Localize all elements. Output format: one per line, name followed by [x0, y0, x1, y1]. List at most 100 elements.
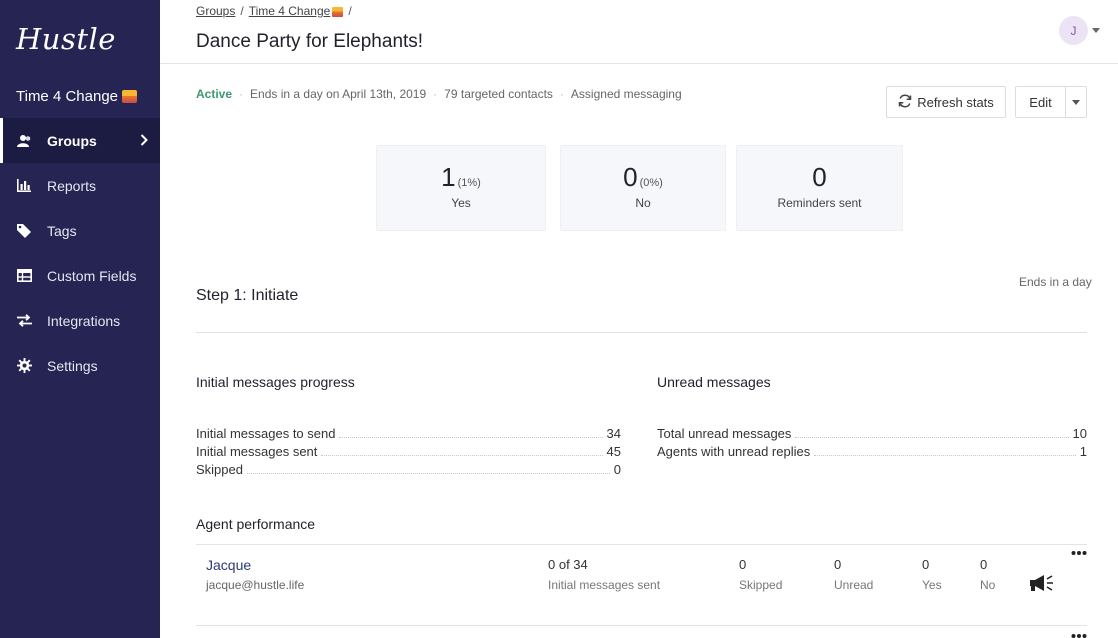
chevron-right-icon	[140, 133, 148, 149]
row-value: 45	[606, 444, 621, 459]
agent-no-value: 0	[980, 557, 988, 572]
agent-unread-label: Unread	[834, 578, 874, 592]
stat-percent: (1%)	[457, 177, 481, 189]
step-title: Step 1: Initiate	[196, 287, 299, 304]
agent-yes-label: Yes	[922, 578, 942, 592]
sidebar-item-integrations[interactable]: Integrations	[0, 298, 160, 343]
org-name: Time 4 Change	[16, 88, 118, 105]
stat-label: Yes	[451, 196, 471, 210]
sidebar-item-label: Settings	[47, 357, 98, 374]
agent-sent-label: Initial messages sent	[548, 578, 661, 592]
dot-leader	[339, 437, 603, 438]
sunrise-emoji-icon	[122, 90, 137, 103]
refresh-icon	[898, 94, 912, 111]
hustle-logo[interactable]: Hustle	[16, 22, 116, 56]
sidebar-item-label: Reports	[47, 177, 97, 194]
breadcrumb-separator: /	[240, 4, 244, 18]
progress-row-to-send: Initial messages to send 34	[196, 423, 621, 441]
row-label: Agents with unread replies	[657, 444, 811, 459]
row-label: Initial messages to send	[196, 426, 336, 441]
status-badge: Active	[196, 87, 233, 101]
table-row: Jacque jacque@hustle.life 0 of 34 Initia…	[196, 544, 1087, 626]
group-meta: Active · Ends in a day on April 13th, 20…	[196, 87, 682, 101]
sidebar-item-label: Integrations	[47, 312, 121, 329]
agent-sent-value: 0 of 34	[548, 557, 588, 572]
stat-value: 1	[441, 162, 456, 192]
avatar[interactable]: J	[1059, 16, 1088, 45]
stat-value: 0	[812, 162, 827, 192]
targeted-contacts: 79 targeted contacts	[444, 87, 553, 101]
sidebar-item-tags[interactable]: Tags	[0, 208, 160, 253]
stat-card-reminders: 0 Reminders sent	[736, 145, 903, 231]
breadcrumb-groups[interactable]: Groups	[196, 4, 235, 18]
dot-leader	[814, 455, 1076, 456]
agent-no-label: No	[980, 578, 996, 592]
stat-value-wrap: 0	[737, 162, 902, 193]
sidebar-item-groups[interactable]: Groups	[0, 118, 160, 163]
sidebar-nav: Groups Reports Tags Custom Fields Integr…	[0, 118, 160, 388]
more-options-icon[interactable]	[1071, 548, 1087, 556]
agent-skipped-label: Skipped	[739, 578, 783, 592]
dot-leader	[246, 473, 610, 474]
gear-icon	[16, 358, 32, 374]
progress-row-skipped: Skipped 0	[196, 459, 621, 477]
stat-percent: (0%)	[639, 177, 663, 189]
sidebar: Hustle Time 4 Change Groups Reports Tags	[0, 0, 160, 638]
caret-down-icon	[1072, 99, 1080, 105]
stat-card-yes: 1 (1%) Yes	[376, 145, 546, 231]
table-icon	[16, 268, 32, 284]
breadcrumb: Groups / Time 4 Change /	[196, 4, 352, 18]
swap-arrows-icon	[16, 313, 32, 329]
edit-button[interactable]: Edit	[1015, 86, 1065, 118]
stat-label: Reminders sent	[777, 196, 862, 210]
sidebar-item-reports[interactable]: Reports	[0, 163, 160, 208]
refresh-stats-label: Refresh stats	[917, 94, 994, 110]
agent-performance-title: Agent performance	[196, 516, 316, 532]
meta-separator: ·	[433, 87, 438, 101]
row-label: Initial messages sent	[196, 444, 318, 459]
main-content: Active · Ends in a day on April 13th, 20…	[160, 65, 1118, 638]
progress-section-title: Initial messages progress	[196, 374, 355, 390]
agent-skipped-value: 0	[739, 557, 747, 572]
tag-icon	[16, 223, 32, 239]
agent-yes-value: 0	[922, 557, 930, 572]
top-header: Groups / Time 4 Change / Dance Party for…	[160, 0, 1118, 64]
breadcrumb-org[interactable]: Time 4 Change	[249, 4, 331, 18]
row-value: 10	[1072, 426, 1087, 441]
unread-section-title: Unread messages	[657, 374, 771, 390]
agent-email: jacque@hustle.life	[206, 578, 305, 592]
page-title: Dance Party for Elephants!	[196, 31, 424, 52]
megaphone-icon[interactable]	[1027, 573, 1057, 598]
stat-label: No	[635, 196, 651, 210]
sidebar-item-settings[interactable]: Settings	[0, 343, 160, 388]
caret-down-icon[interactable]	[1092, 28, 1100, 33]
bar-chart-icon	[16, 178, 32, 194]
edit-dropdown-button[interactable]	[1065, 86, 1087, 118]
sidebar-item-custom-fields[interactable]: Custom Fields	[0, 253, 160, 298]
breadcrumb-org-link[interactable]: Time 4 Change	[249, 4, 344, 18]
agent-name-link[interactable]: Jacque	[206, 557, 251, 573]
more-options-icon[interactable]	[1071, 631, 1087, 638]
row-value: 0	[613, 462, 621, 477]
messaging-type: Assigned messaging	[570, 87, 682, 101]
row-label: Skipped	[196, 462, 243, 477]
org-switcher[interactable]: Time 4 Change	[16, 88, 137, 105]
users-icon	[16, 133, 32, 149]
unread-row-agents: Agents with unread replies 1	[657, 441, 1087, 459]
sunrise-emoji-icon	[332, 6, 344, 17]
agent-unread-value: 0	[834, 557, 842, 572]
meta-separator: ·	[239, 87, 244, 101]
stat-value-wrap: 0 (0%)	[561, 162, 725, 193]
dot-leader	[321, 455, 603, 456]
step-ends: Ends in a day	[1019, 275, 1092, 289]
row-value: 1	[1079, 444, 1087, 459]
row-label: Total unread messages	[657, 426, 792, 441]
refresh-stats-button[interactable]: Refresh stats	[886, 86, 1006, 118]
stat-value: 0	[623, 162, 638, 192]
unread-row-total: Total unread messages 10	[657, 423, 1087, 441]
divider	[196, 332, 1087, 333]
stat-value-wrap: 1 (1%)	[377, 162, 545, 193]
progress-row-sent: Initial messages sent 45	[196, 441, 621, 459]
stat-card-no: 0 (0%) No	[560, 145, 726, 231]
meta-separator: ·	[559, 87, 564, 101]
